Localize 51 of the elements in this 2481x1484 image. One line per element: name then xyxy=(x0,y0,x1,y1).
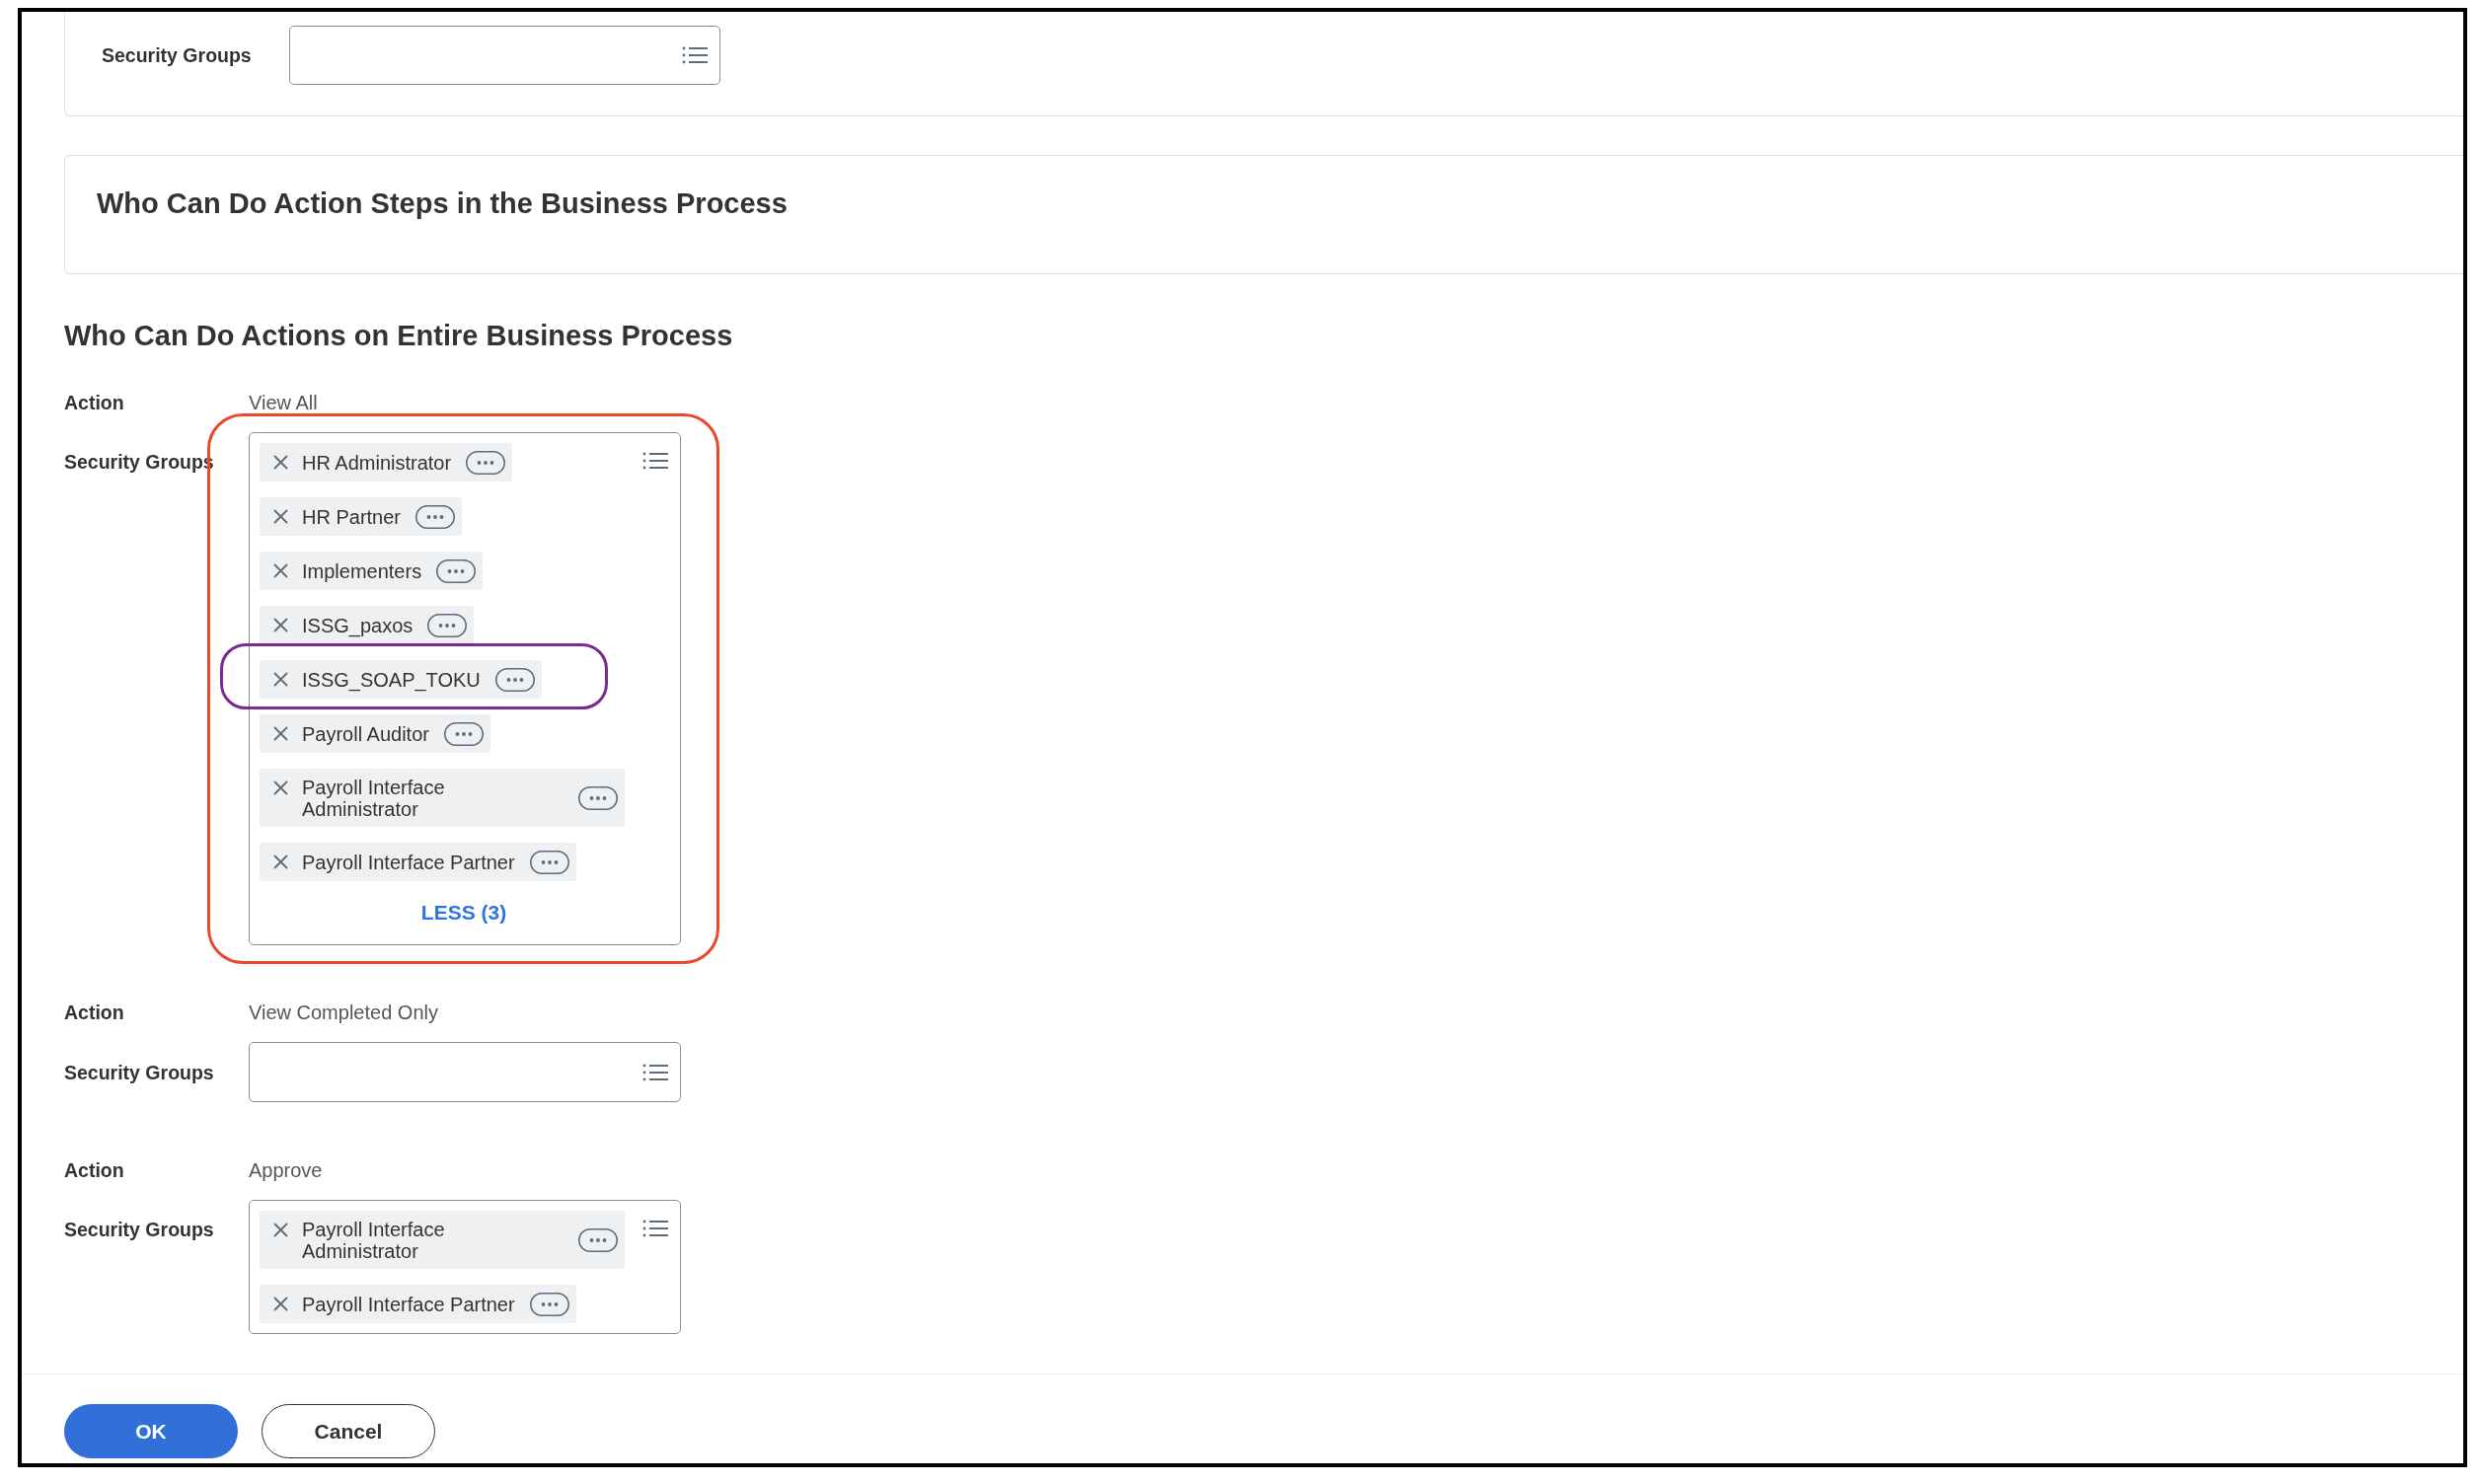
group-name: Payroll Interface Administrator xyxy=(302,776,446,820)
group-name: HR Administrator xyxy=(302,451,452,474)
group-name: ISSG_paxos xyxy=(302,614,414,636)
close-icon[interactable] xyxy=(273,562,288,578)
less-link[interactable]: LESS (3) xyxy=(420,899,507,927)
group-name: Payroll Interface Partner xyxy=(302,851,515,873)
field-label: Action xyxy=(64,391,125,415)
more-icon[interactable] xyxy=(443,721,484,746)
action-value: Approve xyxy=(249,1158,323,1183)
list-icon[interactable] xyxy=(642,1062,668,1082)
more-icon[interactable] xyxy=(494,667,535,692)
list-icon[interactable] xyxy=(642,1219,668,1238)
section-heading: Who Can Do Actions on Entire Business Process xyxy=(64,319,734,353)
more-icon[interactable] xyxy=(578,1227,618,1252)
field-label: Action xyxy=(64,1158,125,1183)
card-heading: Who Can Do Action Steps in the Business Process xyxy=(97,186,789,221)
group-name: Implementers xyxy=(302,559,422,582)
close-icon[interactable] xyxy=(273,853,288,869)
field-label: Action xyxy=(64,1001,125,1025)
group-name: Payroll Auditor xyxy=(302,722,429,745)
group-name: ISSG_SOAP_TOKU xyxy=(302,668,481,691)
list-icon[interactable] xyxy=(642,451,668,471)
ok-button[interactable]: OK xyxy=(64,1404,238,1458)
more-icon[interactable] xyxy=(529,1292,569,1316)
more-icon[interactable] xyxy=(415,504,456,529)
close-icon[interactable] xyxy=(273,508,288,524)
action-value: View Completed Only xyxy=(249,1001,438,1025)
security-groups-field[interactable]: Payroll Interface Administrator Payroll Interface Partner xyxy=(249,1200,681,1334)
close-icon[interactable] xyxy=(273,1222,288,1237)
action-value: View All xyxy=(249,391,318,415)
more-icon[interactable] xyxy=(427,613,468,637)
group-name: Payroll Interface Partner xyxy=(302,1293,515,1315)
more-icon[interactable] xyxy=(529,850,569,874)
close-icon[interactable] xyxy=(273,671,288,687)
close-icon[interactable] xyxy=(273,1296,288,1311)
close-icon[interactable] xyxy=(273,454,288,470)
field-label: Security Groups xyxy=(64,1218,215,1242)
more-icon[interactable] xyxy=(466,450,506,475)
close-icon[interactable] xyxy=(273,617,288,632)
field-label: Security Groups xyxy=(64,1060,215,1085)
close-icon[interactable] xyxy=(273,725,288,741)
more-icon[interactable] xyxy=(436,558,477,583)
security-groups-field[interactable] xyxy=(249,1042,681,1102)
group-name: Payroll Interface Administrator xyxy=(302,1218,446,1262)
cancel-button[interactable]: Cancel xyxy=(262,1404,435,1458)
group-name: HR Partner xyxy=(302,505,402,528)
list-icon[interactable] xyxy=(682,45,708,65)
field-label: Security Groups xyxy=(102,43,253,68)
close-icon[interactable] xyxy=(273,779,288,795)
security-groups-field[interactable] xyxy=(289,26,720,85)
more-icon[interactable] xyxy=(578,785,618,810)
